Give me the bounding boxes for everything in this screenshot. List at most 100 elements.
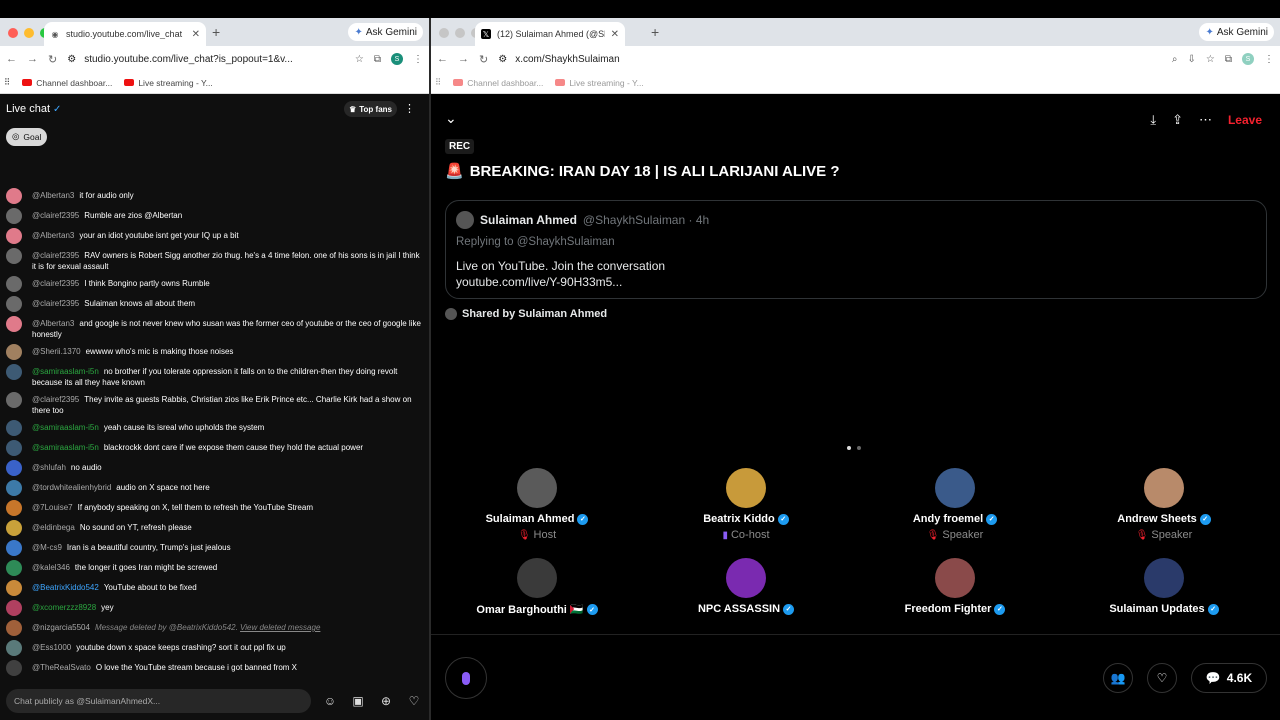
- profile-avatar[interactable]: S: [391, 53, 403, 65]
- chat-message[interactable]: @samiraaslam-i5n yeah cause its isreal wh…: [0, 418, 429, 438]
- chat-message[interactable]: @Albertan3 and google is not never knew w…: [0, 314, 429, 342]
- avatar[interactable]: [1144, 558, 1184, 598]
- chat-message[interactable]: @samiraaslam-i5n blackrockk dont care if …: [0, 438, 429, 458]
- chat-author[interactable]: @xcomerzzz8928: [32, 603, 96, 612]
- chat-author[interactable]: @samiraaslam-i5n: [32, 367, 99, 376]
- tweet-author-name[interactable]: Sulaiman Ahmed: [480, 213, 577, 227]
- chat-author[interactable]: @shlufah: [32, 463, 66, 472]
- chat-author[interactable]: @Albertan3: [32, 231, 74, 240]
- participant[interactable]: Andrew Sheets ✓ 🎙 Speaker: [1064, 468, 1264, 541]
- site-settings-icon[interactable]: ⚙: [498, 54, 507, 65]
- avatar[interactable]: [935, 558, 975, 598]
- close-window-button[interactable]: [439, 28, 449, 38]
- avatar[interactable]: [6, 208, 22, 224]
- close-tab-icon[interactable]: ✕: [611, 29, 619, 40]
- chat-author[interactable]: @nizgarcia5504: [32, 623, 90, 632]
- bookmark-channel-dashboard[interactable]: Channel dashboar...: [453, 78, 543, 88]
- chat-message-list[interactable]: @Albertan3 it for audio only @clairef2395 R…: [0, 180, 429, 690]
- chat-author[interactable]: @eldinbega: [32, 523, 75, 532]
- chat-message[interactable]: @samiraaslam-i5n no brother if you tolera…: [0, 362, 429, 390]
- tweet-link[interactable]: youtube.com/live/Y-90H33m5...: [456, 274, 1256, 290]
- avatar[interactable]: [6, 296, 22, 312]
- close-window-button[interactable]: [8, 28, 18, 38]
- chat-message[interactable]: @xcomerzzz8928 yey: [0, 598, 429, 618]
- extensions-icon[interactable]: ⧉: [374, 54, 381, 65]
- avatar[interactable]: [6, 188, 22, 204]
- participant[interactable]: Andy froemel ✓ 🎙 Speaker: [855, 468, 1055, 541]
- participant[interactable]: Sulaiman Ahmed ✓ 🎙 Host: [437, 468, 637, 541]
- participant[interactable]: NPC ASSASSIN ✓: [646, 558, 846, 615]
- bookmark-live-streaming[interactable]: Live streaming - Y...: [124, 78, 213, 88]
- people-icon[interactable]: 👥: [1103, 663, 1133, 693]
- goal-button[interactable]: ◎ Goal: [6, 127, 48, 146]
- avatar[interactable]: [1144, 468, 1184, 508]
- chat-message[interactable]: @shlufah no audio: [0, 458, 429, 478]
- profile-avatar[interactable]: S: [1242, 53, 1254, 65]
- avatar[interactable]: [6, 420, 22, 436]
- chat-author[interactable]: @Sherii.1370: [32, 347, 81, 356]
- avatar[interactable]: [6, 248, 22, 264]
- chat-message[interactable]: @Albertan3 your an idiot youtube isnt get…: [0, 226, 429, 246]
- chat-message[interactable]: @clairef2395 RAV owners is Robert Sigg an…: [0, 246, 429, 274]
- chat-author[interactable]: @tordwhitealienhybrid: [32, 483, 111, 492]
- avatar[interactable]: [6, 500, 22, 516]
- pager-dot[interactable]: [847, 446, 851, 450]
- chat-input[interactable]: Chat publicly as @SulaimanAhmedX...: [6, 689, 311, 713]
- chat-message[interactable]: @kalel346 the longer it goes Iran might b…: [0, 558, 429, 578]
- avatar[interactable]: [6, 480, 22, 496]
- chat-message[interactable]: @eldinbega No sound on YT, refresh please: [0, 518, 429, 538]
- apps-grid-icon[interactable]: ⠿: [4, 77, 10, 88]
- reload-icon[interactable]: ↻: [479, 53, 488, 66]
- chat-message[interactable]: @clairef2395 Sulaiman knows all about the…: [0, 294, 429, 314]
- avatar[interactable]: [6, 600, 22, 616]
- url-field[interactable]: ⚙ x.com/ShaykhSulaiman: [498, 54, 1162, 65]
- menu-icon[interactable]: ⋮: [1264, 54, 1274, 65]
- chat-author[interactable]: @kalel346: [32, 563, 70, 572]
- avatar[interactable]: [6, 640, 22, 656]
- ask-gemini-button[interactable]: ✦ Ask Gemini: [1199, 23, 1274, 41]
- tab-x-profile[interactable]: 𝕏 (12) Sulaiman Ahmed (@Shay ✕: [475, 22, 625, 46]
- view-deleted-message-link[interactable]: View deleted message: [240, 623, 320, 632]
- avatar[interactable]: [6, 276, 22, 292]
- chat-author[interactable]: @M-cs9: [32, 543, 62, 552]
- participant[interactable]: Sulaiman Updates ✓: [1064, 558, 1264, 615]
- participant[interactable]: Omar Barghouthi 🇵🇸 ✓: [437, 558, 637, 616]
- url-field[interactable]: ⚙ studio.youtube.com/live_chat?is_popout…: [67, 54, 345, 65]
- react-heart-icon[interactable]: ♡: [1147, 663, 1177, 693]
- minimize-window-button[interactable]: [455, 28, 465, 38]
- forward-icon[interactable]: →: [27, 53, 38, 65]
- chat-message[interactable]: @Sherii.1370 ewwww who's mic is making th…: [0, 342, 429, 362]
- microphone-button[interactable]: [445, 657, 487, 699]
- heart-icon[interactable]: ♡: [405, 692, 423, 710]
- bookmark-star-icon[interactable]: ☆: [1206, 54, 1215, 65]
- participant[interactable]: Beatrix Kiddo ✓ ▮ Co-host: [646, 468, 846, 541]
- bookmark-star-icon[interactable]: ☆: [355, 54, 364, 65]
- chat-author[interactable]: @clairef2395: [32, 279, 79, 288]
- avatar[interactable]: [6, 460, 22, 476]
- avatar[interactable]: [456, 211, 474, 229]
- pager-dot[interactable]: [857, 446, 861, 450]
- share-icon[interactable]: ⇪: [1172, 112, 1183, 128]
- emoji-icon[interactable]: ☺: [321, 692, 339, 710]
- zoom-icon[interactable]: ⌕: [1172, 54, 1178, 65]
- chevron-down-icon[interactable]: ✓: [53, 104, 61, 115]
- chat-message[interactable]: @Ess1000 youtube down x space keeps crash…: [0, 638, 429, 658]
- chat-message[interactable]: @M-cs9 Iran is a beautiful country, Trump…: [0, 538, 429, 558]
- avatar[interactable]: [6, 344, 22, 360]
- chat-author[interactable]: @Albertan3: [32, 319, 74, 328]
- avatar[interactable]: [6, 440, 22, 456]
- chat-author[interactable]: @clairef2395: [32, 299, 79, 308]
- avatar[interactable]: [6, 228, 22, 244]
- ask-gemini-button[interactable]: ✦ Ask Gemini: [348, 23, 423, 41]
- chat-author[interactable]: @BeatrixKiddo542: [32, 583, 99, 592]
- chevron-down-icon[interactable]: ⌄: [445, 110, 457, 127]
- chat-author[interactable]: @clairef2395: [32, 211, 79, 220]
- site-settings-icon[interactable]: ⚙: [67, 54, 76, 65]
- new-tab-button[interactable]: +: [651, 24, 659, 40]
- chat-message[interactable]: @clairef2395 They invite as guests Rabbis…: [0, 390, 429, 418]
- add-icon[interactable]: ⊕: [377, 692, 395, 710]
- avatar[interactable]: [6, 660, 22, 676]
- chat-message[interactable]: @BeatrixKiddo542 YouTube about to be fixe…: [0, 578, 429, 598]
- reload-icon[interactable]: ↻: [48, 53, 57, 66]
- forward-icon[interactable]: →: [458, 53, 469, 65]
